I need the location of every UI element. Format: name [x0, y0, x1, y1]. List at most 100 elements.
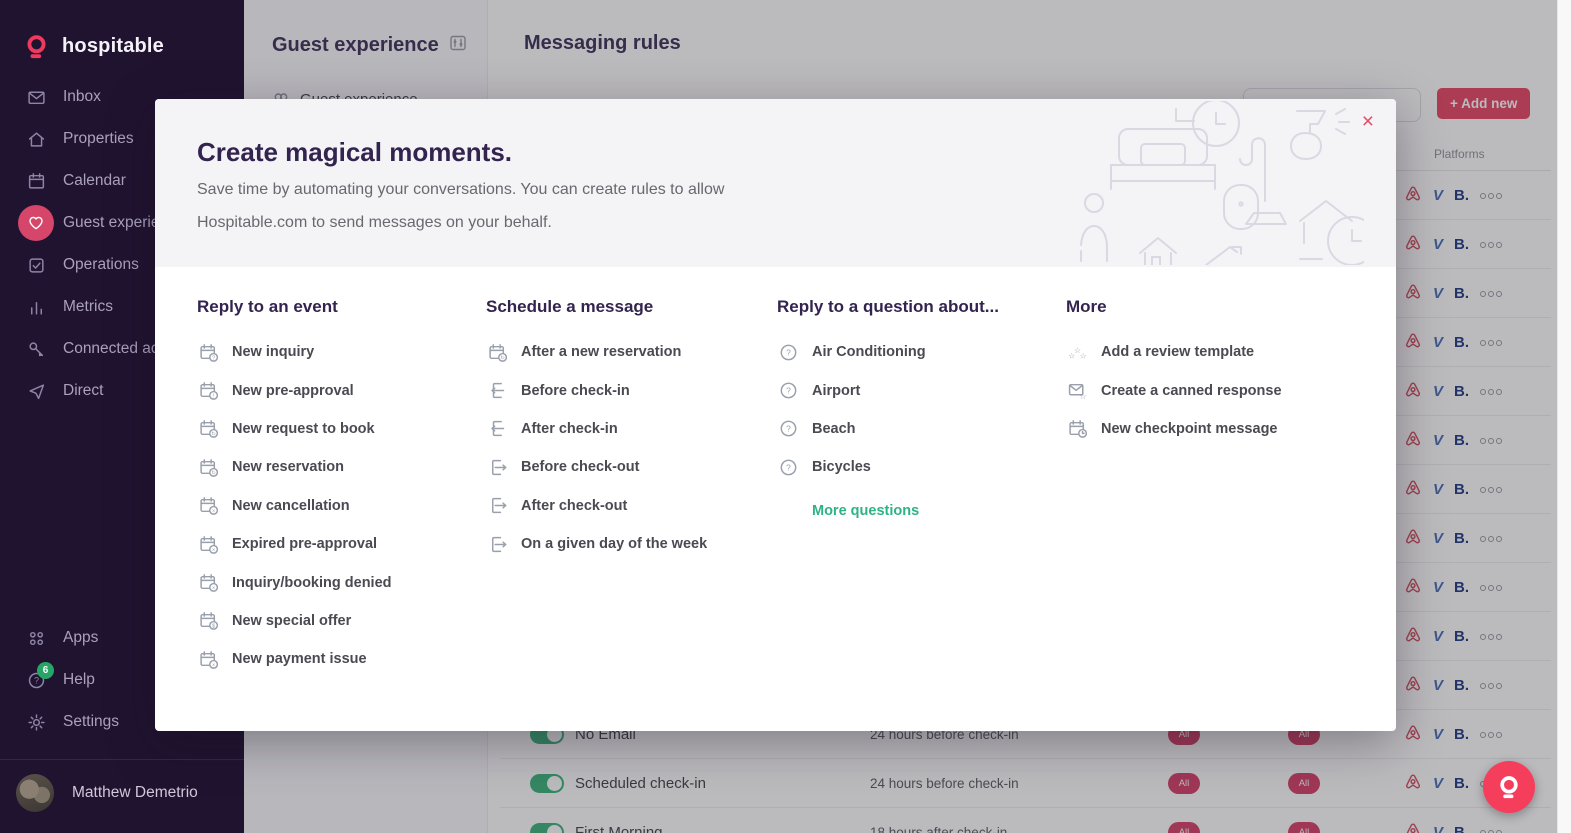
help-icon: ?6 [16, 660, 56, 700]
bar-chart-icon [16, 287, 56, 327]
modal-item-before-check-out[interactable]: Before check-out [486, 448, 777, 486]
calendar-clock-icon [1066, 418, 1088, 440]
modal-item-before-check-in[interactable]: Before check-in [486, 371, 777, 409]
modal-item-new-payment-issue[interactable]: ×New payment issue [197, 640, 486, 678]
brand[interactable]: hospitable [16, 26, 164, 66]
user-menu[interactable]: Matthew Demetrio [16, 774, 198, 812]
calendar-refresh-icon: ↻ [486, 341, 508, 363]
inbox-icon [16, 77, 56, 117]
modal-column-schedule-a-message: Schedule a message ↻After a new reservati… [486, 297, 777, 679]
mail-star-icon: ☆ [1066, 380, 1088, 402]
help-count-badge: 6 [37, 662, 54, 679]
svg-text:?: ? [786, 347, 791, 357]
door-out-icon [486, 495, 508, 517]
modal-item-beach[interactable]: ?Beach [777, 410, 1066, 448]
svg-text:$: $ [212, 624, 215, 630]
svg-text:×: × [211, 662, 214, 668]
svg-text:↻: ↻ [211, 432, 216, 438]
home-icon [16, 119, 56, 159]
hospitable-chat-icon [1496, 774, 1522, 800]
modal-item-inquiry-booking-denied[interactable]: ×Inquiry/booking denied [197, 563, 486, 601]
heart-icon [18, 205, 54, 241]
key-icon [16, 329, 56, 369]
question-circle-icon: ? [777, 456, 799, 478]
question-circle-icon: ? [777, 418, 799, 440]
hospitable-app: hospitable InboxPropertiesCalendarGuest … [0, 0, 1571, 833]
avatar [16, 774, 54, 812]
calendar-x-icon: × [197, 533, 219, 555]
modal-item-new-special-offer[interactable]: $New special offer [197, 602, 486, 640]
svg-text:×: × [211, 509, 214, 515]
modal-header: Create magical moments. Save time by aut… [155, 99, 1396, 267]
svg-text:?: ? [34, 675, 39, 685]
modal-column-more: More☆☆☆Add a review template☆Create a ca… [1066, 297, 1354, 679]
svg-text:?: ? [786, 386, 791, 396]
gear-icon [16, 702, 56, 742]
grid-icon [16, 618, 56, 658]
calendar-x-icon: × [197, 572, 219, 594]
sidebar-divider [0, 759, 244, 760]
create-rule-modal: Create magical moments. Save time by aut… [155, 99, 1396, 731]
calendar-refresh-icon: ↻ [197, 418, 219, 440]
modal-item-airport[interactable]: ?Airport [777, 371, 1066, 409]
close-icon[interactable]: × [1362, 111, 1374, 132]
check-square-icon [16, 245, 56, 285]
modal-column-reply-to-a-question-about: Reply to a question about... ?Air Conditi… [777, 297, 1066, 679]
svg-text:☆: ☆ [1079, 392, 1086, 400]
door-out-icon [486, 533, 508, 555]
more-questions-link[interactable]: More questions [812, 503, 1066, 519]
modal-item-expired-pre-approval[interactable]: ×Expired pre-approval [197, 525, 486, 563]
question-circle-icon: ? [777, 341, 799, 363]
door-in-icon [486, 380, 508, 402]
modal-item-new-inquiry[interactable]: ?New inquiry [197, 333, 486, 371]
modal-item-new-checkpoint-message[interactable]: New checkpoint message [1066, 410, 1354, 448]
modal-item-air-conditioning[interactable]: ?Air Conditioning [777, 333, 1066, 371]
brand-name: hospitable [62, 35, 164, 58]
svg-text:?: ? [786, 462, 791, 472]
modal-item-on-a-given-day-of-the-week[interactable]: On a given day of the week [486, 525, 777, 563]
modal-body: Reply to an event ?New inquiry!New pre-ap… [155, 267, 1396, 679]
modal-column-heading: Reply to an event [197, 297, 486, 317]
calendar-warning-icon: ! [197, 380, 219, 402]
modal-subtitle: Save time by automating your conversatio… [197, 173, 727, 239]
modal-column-heading: Schedule a message [486, 297, 777, 317]
svg-text:×: × [211, 547, 214, 553]
question-circle-icon: ? [777, 380, 799, 402]
door-in-icon [486, 418, 508, 440]
calendar-question-icon: ? [197, 341, 219, 363]
modal-item-create-a-canned-response[interactable]: ☆Create a canned response [1066, 371, 1354, 409]
svg-text:?: ? [786, 424, 791, 434]
modal-item-add-a-review-template[interactable]: ☆☆☆Add a review template [1066, 333, 1354, 371]
modal-column-heading: Reply to a question about... [777, 297, 1066, 317]
review-stars-icon: ☆☆☆ [1066, 341, 1088, 363]
calendar-x-icon: × [197, 495, 219, 517]
door-out-icon [486, 456, 508, 478]
svg-text:↻: ↻ [211, 470, 216, 476]
svg-text:↻: ↻ [500, 355, 505, 361]
modal-item-new-pre-approval[interactable]: !New pre-approval [197, 371, 486, 409]
automation-illustration [1064, 101, 1364, 270]
page-scrollbar[interactable] [1557, 0, 1571, 833]
chat-launcher[interactable] [1483, 761, 1535, 813]
modal-item-new-request-to-book[interactable]: ↻New request to book [197, 410, 486, 448]
modal-item-after-a-new-reservation[interactable]: ↻After a new reservation [486, 333, 777, 371]
svg-text:☆: ☆ [1079, 351, 1086, 360]
svg-text:×: × [211, 585, 214, 591]
modal-item-after-check-out[interactable]: After check-out [486, 487, 777, 525]
svg-text:?: ? [212, 355, 215, 361]
modal-item-new-reservation[interactable]: ↻New reservation [197, 448, 486, 486]
calendar-offer-icon: $ [197, 610, 219, 632]
modal-item-bicycles[interactable]: ?Bicycles [777, 448, 1066, 486]
modal-title: Create magical moments. [197, 137, 512, 168]
modal-column-heading: More [1066, 297, 1354, 317]
modal-item-after-check-in[interactable]: After check-in [486, 410, 777, 448]
hospitable-logo-icon [16, 26, 56, 66]
svg-text:☆: ☆ [1068, 351, 1075, 360]
user-name: Matthew Demetrio [72, 784, 198, 802]
calendar-x-icon: × [197, 648, 219, 670]
modal-column-reply-to-an-event: Reply to an event ?New inquiry!New pre-ap… [197, 297, 486, 679]
calendar-refresh-icon: ↻ [197, 456, 219, 478]
send-icon [16, 371, 56, 411]
calendar-icon [16, 161, 56, 201]
modal-item-new-cancellation[interactable]: ×New cancellation [197, 487, 486, 525]
